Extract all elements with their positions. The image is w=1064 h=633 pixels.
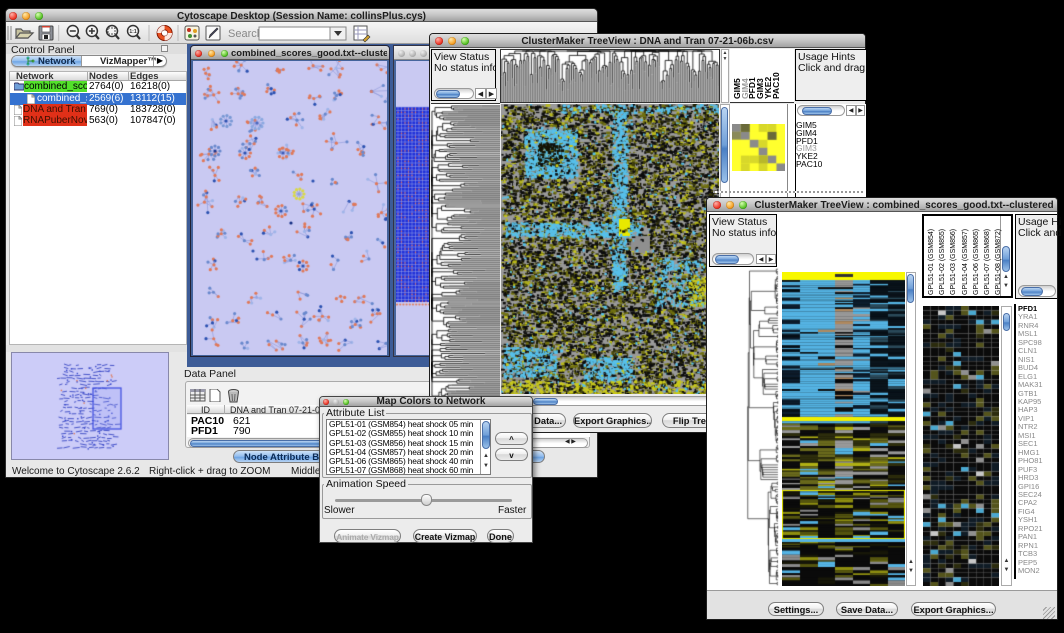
svg-text:1:1: 1:1	[129, 29, 136, 35]
